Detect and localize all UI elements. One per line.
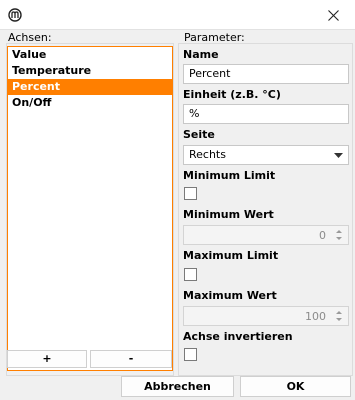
spinner-arrows-icon[interactable] [330,226,348,244]
cancel-button[interactable]: Abbrechen [121,376,234,397]
invert-label: Achse invertieren [183,330,293,343]
min-value-label: Minimum Wert [183,208,274,221]
min-value-spinner[interactable]: 0 [183,225,349,245]
min-limit-label: Minimum Limit [183,169,276,182]
remove-axis-button[interactable]: - [90,350,172,368]
axes-group-label: Achsen: [8,31,52,44]
invert-axis-checkbox[interactable] [184,348,197,361]
list-item-temperature[interactable]: Temperature [8,63,172,79]
list-item-value[interactable]: Value [8,47,172,63]
max-value-label: Maximum Wert [183,289,277,302]
spinner-arrows-icon[interactable] [330,307,348,325]
name-label: Name [183,48,219,61]
max-limit-checkbox[interactable] [184,268,197,281]
name-field[interactable]: Percent [183,64,349,84]
side-select-value: Rechts [189,148,226,161]
add-axis-button[interactable]: + [7,350,87,368]
axis-dialog: Achsen: Value Temperature Percent On/Off… [0,30,355,400]
min-value: 0 [319,229,326,242]
min-limit-checkbox[interactable] [184,187,197,200]
ok-button[interactable]: OK [240,376,351,397]
side-label: Seite [183,128,215,141]
close-button[interactable] [311,0,355,30]
max-value-spinner[interactable]: 100 [183,306,349,326]
side-select[interactable]: Rechts [183,145,349,165]
chevron-down-icon [334,153,343,158]
max-value: 100 [305,310,326,323]
title-bar [0,0,355,30]
unit-field[interactable]: % [183,104,349,124]
list-item-onoff[interactable]: On/Off [8,95,172,111]
app-logo-icon [8,8,22,22]
unit-label: Einheit (z.B. °C) [183,88,281,101]
close-icon [327,9,339,21]
list-item-percent[interactable]: Percent [8,79,172,95]
max-limit-label: Maximum Limit [183,249,279,262]
parameter-group-label: Parameter: [184,31,245,44]
axes-list[interactable]: Value Temperature Percent On/Off [7,46,173,371]
